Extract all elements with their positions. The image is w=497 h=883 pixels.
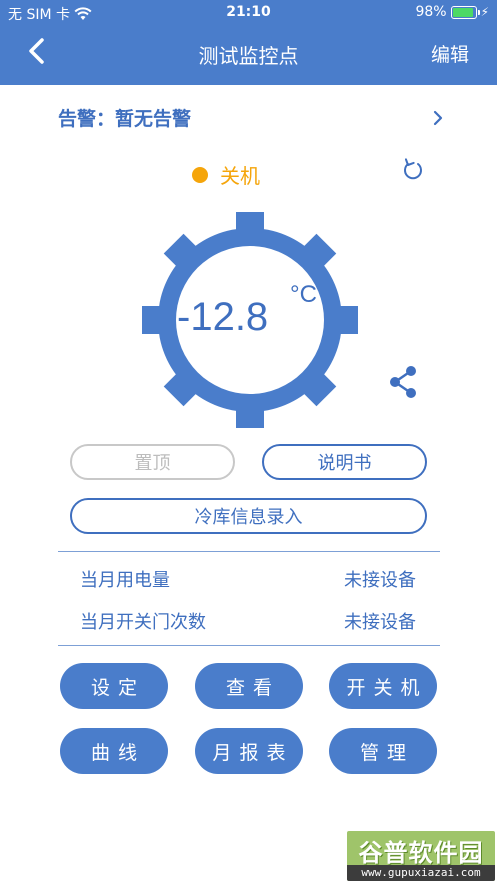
divider [58, 645, 440, 646]
chevron-right-icon [433, 110, 443, 126]
gear-tooth [326, 306, 358, 334]
pin-top-button[interactable]: 置顶 [70, 444, 235, 480]
view-button[interactable]: 查看 [195, 663, 303, 709]
cold-storage-info-button[interactable]: 冷库信息录入 [70, 498, 427, 534]
settings-button[interactable]: 设定 [60, 663, 168, 709]
gear-tooth [236, 396, 264, 428]
top-bar: 无 SIM 卡 21:10 98% ⚡ 测试监控点 编辑 [0, 0, 497, 85]
watermark-name: 谷普软件园 [358, 839, 484, 867]
curve-button[interactable]: 曲线 [60, 728, 168, 774]
divider [58, 551, 440, 552]
share-icon[interactable] [386, 364, 420, 400]
temperature-unit: °C [290, 281, 317, 308]
info-label: 当月开关门次数 [80, 612, 206, 633]
edit-button[interactable]: 编辑 [431, 40, 469, 67]
watermark-url: www.gupuxiazai.com [347, 865, 495, 881]
manual-button[interactable]: 说明书 [262, 444, 427, 480]
watermark-logo: 谷普软件园 www.gupuxiazai.com [347, 831, 495, 881]
power-status-text: 关机 [220, 164, 260, 188]
power-status: 关机 [192, 160, 260, 189]
gear-tooth [236, 212, 264, 244]
info-row-door-count: 当月开关门次数 未接设备 [80, 608, 416, 634]
charging-icon: ⚡ [480, 5, 489, 19]
info-row-power-usage: 当月用电量 未接设备 [80, 566, 416, 592]
gear-tooth [142, 306, 174, 334]
page-title: 测试监控点 [198, 44, 299, 68]
temperature-value: -12.8 [177, 295, 269, 339]
power-toggle-button[interactable]: 开关机 [329, 663, 437, 709]
status-bar: 无 SIM 卡 21:10 98% ⚡ [0, 0, 497, 26]
battery-info: 98% ⚡ [415, 4, 489, 20]
alarm-text: 告警：暂无告警 [58, 108, 192, 130]
alarm-row[interactable]: 告警：暂无告警 [58, 104, 446, 134]
info-label: 当月用电量 [80, 570, 170, 591]
manage-button[interactable]: 管理 [329, 728, 437, 774]
info-value: 未接设备 [344, 570, 416, 591]
info-value: 未接设备 [344, 612, 416, 633]
monthly-report-button[interactable]: 月报表 [195, 728, 303, 774]
battery-icon [450, 5, 480, 19]
status-dot-icon [192, 166, 208, 183]
refresh-icon[interactable] [401, 158, 425, 184]
battery-percent: 98% [415, 4, 447, 20]
